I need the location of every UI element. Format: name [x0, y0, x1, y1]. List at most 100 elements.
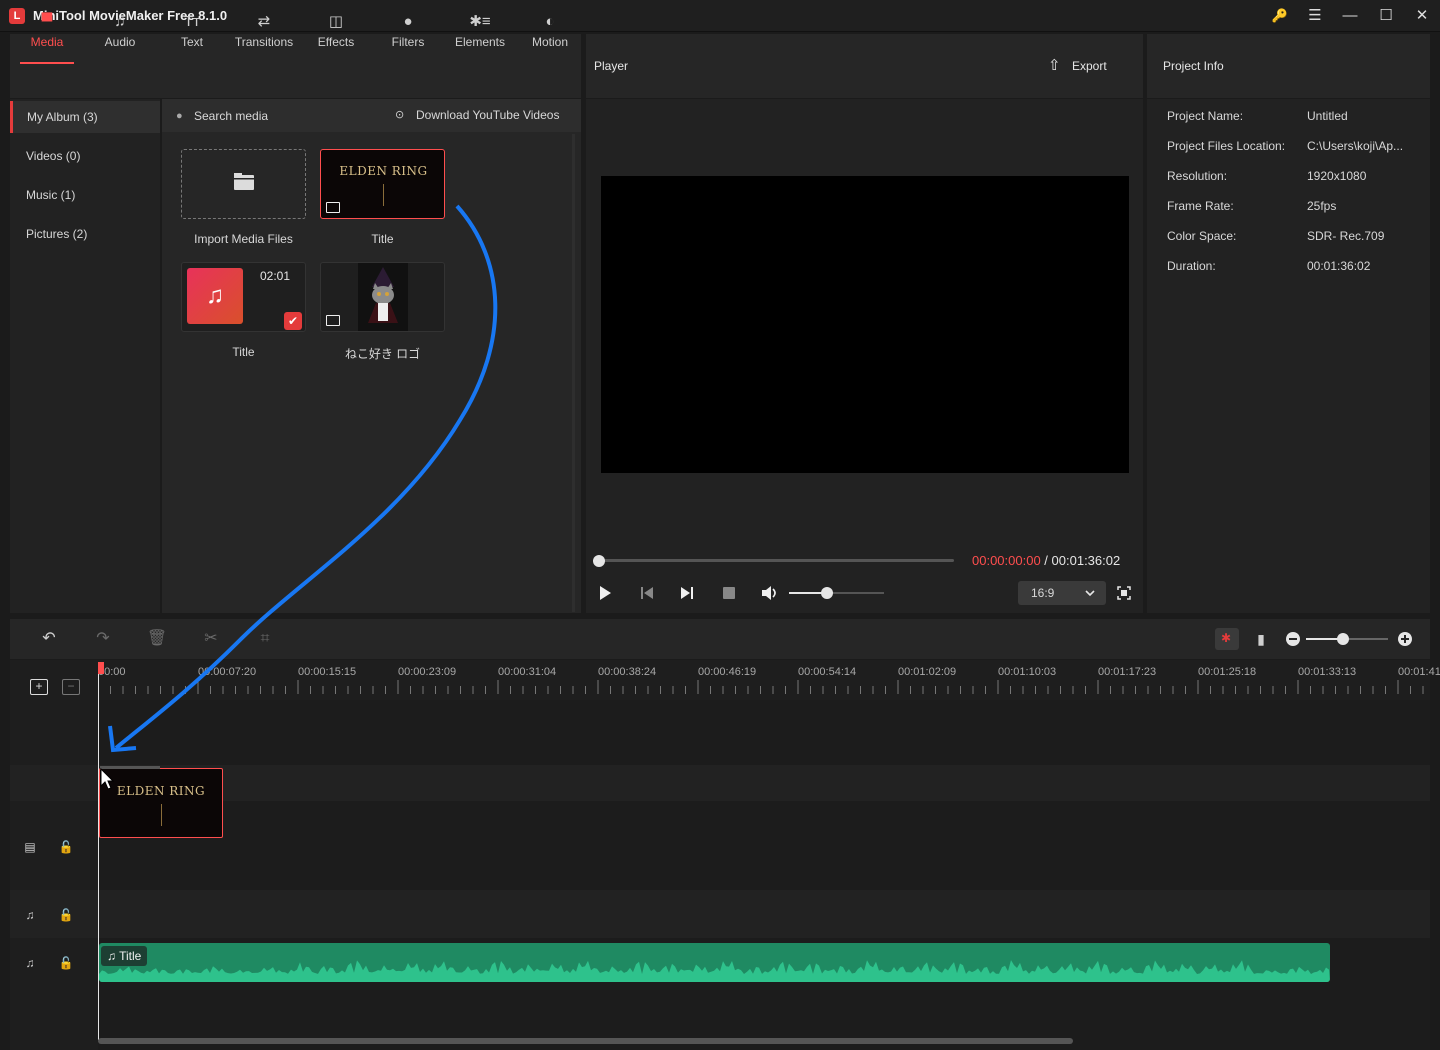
tab-transitions[interactable]: ⇄ Transitions — [228, 0, 300, 64]
tab-label: Motion — [531, 35, 569, 49]
info-label: Color Space: — [1167, 229, 1237, 243]
stop-button[interactable] — [720, 584, 738, 602]
menu-icon[interactable]: ☰ — [1303, 6, 1327, 26]
ruler-time-label: 00:01:17:23 — [1098, 666, 1157, 678]
ruler-time-label: 00:01:25:18 — [1198, 666, 1257, 678]
zoom-in-button[interactable] — [1398, 632, 1412, 646]
play-button[interactable] — [596, 584, 614, 602]
audio-clip-label: Title — [119, 949, 142, 963]
info-value: C:\Users\koji\Ap... — [1307, 139, 1404, 153]
ruler-time-label: 00:01:10:03 — [998, 666, 1057, 678]
skip-forward-icon — [681, 587, 693, 599]
next-frame-button[interactable] — [678, 584, 696, 602]
album-item-videos[interactable]: Videos (0) — [10, 140, 160, 172]
music-track-icon: ♫ — [25, 908, 35, 922]
ruler-time-label: 00:00:46:19 — [698, 666, 757, 678]
playhead-line[interactable] — [98, 662, 99, 1040]
zoom-handle[interactable] — [1336, 633, 1349, 645]
search-media-input[interactable]: Search media — [194, 109, 268, 123]
media-scrollbar[interactable] — [572, 134, 575, 612]
seek-handle[interactable] — [593, 555, 605, 567]
project-info-title: Project Info — [1163, 59, 1224, 73]
info-value: 25fps — [1307, 199, 1337, 213]
waveform-shape — [99, 960, 1330, 982]
zoom-out-button[interactable] — [1286, 632, 1300, 646]
duration-text: 02:01 — [260, 269, 291, 283]
picture-type-icon — [326, 315, 340, 326]
skip-back-icon — [641, 587, 653, 599]
previous-frame-button[interactable] — [638, 584, 656, 602]
timeline-audio-clip[interactable]: ♫ Title — [99, 943, 1330, 982]
tab-audio[interactable]: ♫ Audio — [84, 0, 156, 64]
album-item-music[interactable]: Music (1) — [10, 179, 160, 211]
remove-track-icon: − — [67, 679, 75, 693]
aspect-ratio-select[interactable]: 16:9 — [1018, 581, 1106, 605]
stop-icon — [723, 587, 735, 599]
audio-waveform-toggle[interactable]: ▮ — [1250, 628, 1272, 650]
tab-filters[interactable]: ● Filters — [372, 0, 444, 64]
audio-clip-label-box: ♫ Title — [101, 946, 148, 966]
picture-type-icon — [326, 202, 340, 213]
checkmark-icon[interactable]: ✔ — [284, 312, 302, 330]
chevron-down-icon — [1085, 590, 1095, 597]
timeline-scrollbar[interactable] — [98, 1038, 1073, 1044]
export-button[interactable]: ⇧ Export — [1046, 56, 1116, 76]
volume-button[interactable] — [760, 584, 780, 602]
filters-icon: ● — [403, 13, 413, 30]
volume-handle[interactable] — [821, 587, 833, 599]
remove-track-button[interactable]: − — [62, 679, 80, 695]
add-track-icon: + — [35, 679, 43, 693]
tab-text[interactable]: Tт Text — [156, 0, 228, 64]
play-icon — [600, 586, 611, 600]
media-tile-music[interactable]: ♫ 02:01 ✔ — [181, 262, 306, 332]
album-item-my-album[interactable]: My Album (3) — [10, 101, 160, 133]
snap-icon: ✱ — [1221, 631, 1232, 645]
crop-button[interactable]: ⌗ — [254, 628, 276, 650]
ruler-time-label: 00:00:54:14 — [798, 666, 857, 678]
minimize-button[interactable]: — — [1338, 6, 1362, 26]
tab-elements[interactable]: ✱≡ Elements — [444, 0, 516, 64]
close-button[interactable]: ✕ — [1410, 6, 1434, 26]
ruler-time-label: 00:01:41:08 — [1398, 666, 1440, 678]
add-track-button[interactable]: + — [30, 679, 48, 695]
timeline-video-clip[interactable]: ELDEN RING — [99, 768, 223, 838]
playhead-marker[interactable] — [98, 662, 104, 674]
info-value: Untitled — [1307, 109, 1348, 123]
music-track-1 — [10, 890, 1430, 938]
delete-button[interactable]: 🗑 — [146, 628, 168, 650]
redo-button[interactable]: ↷ — [92, 628, 114, 650]
lock-icon[interactable]: 🔓 — [58, 955, 74, 971]
tab-effects[interactable]: ◫ Effects — [300, 0, 372, 64]
tab-motion[interactable]: ◐ Motion — [516, 0, 584, 64]
effects-icon: ◫ — [328, 13, 344, 30]
video-preview — [601, 176, 1129, 473]
key-icon[interactable]: 🔑 — [1268, 6, 1292, 26]
tab-label: Text — [180, 35, 203, 49]
undo-button[interactable]: ↶ — [38, 628, 60, 650]
import-media-tile[interactable] — [181, 149, 306, 219]
maximize-button[interactable]: ☐ — [1374, 6, 1398, 26]
download-youtube-button[interactable]: Download YouTube Videos — [416, 108, 559, 122]
music-note-icon: ♫ — [187, 268, 243, 324]
export-label: Export — [1072, 59, 1107, 73]
tab-media[interactable]: ▀ Media — [10, 0, 84, 64]
lock-icon[interactable]: 🔓 — [58, 907, 74, 923]
fullscreen-button[interactable] — [1116, 585, 1132, 601]
tab-label: Media — [30, 35, 64, 49]
upload-icon: ⇧ — [1048, 57, 1061, 74]
media-tile-cat-logo[interactable] — [320, 262, 445, 332]
media-folder-icon: ▀ — [41, 13, 53, 30]
search-icon: ● — [176, 110, 183, 122]
track-header-column — [10, 660, 98, 1050]
media-tile-elden-ring[interactable]: ELDEN RING — [320, 149, 445, 219]
snap-toggle-button[interactable]: ✱ — [1215, 628, 1239, 650]
seek-bar[interactable] — [599, 559, 954, 562]
album-item-pictures[interactable]: Pictures (2) — [10, 218, 160, 250]
split-button[interactable]: ✂ — [200, 628, 222, 650]
ruler-time-label: 00:00:23:09 — [398, 666, 457, 678]
import-media-label: Import Media Files — [194, 232, 293, 246]
lock-icon[interactable]: 🔓 — [58, 839, 74, 855]
folder-icon — [234, 173, 254, 190]
tab-label: Elements — [454, 35, 506, 49]
ruler-time-label: 00:01:33:13 — [1298, 666, 1357, 678]
